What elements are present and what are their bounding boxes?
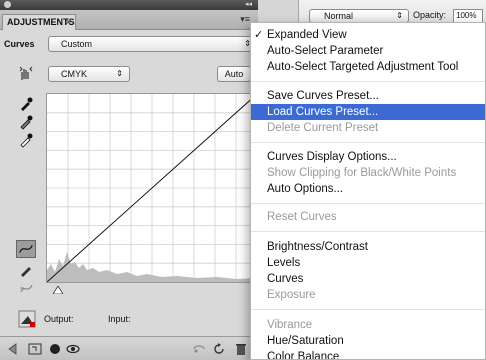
opacity-value: 100% [456, 11, 477, 20]
preset-row: Curves Custom ⇕ [0, 32, 258, 56]
delete-trash-icon[interactable] [234, 342, 248, 356]
menu-item-exposure: Exposure [251, 287, 485, 303]
curves-graph[interactable] [46, 93, 258, 283]
menu-separator [251, 142, 485, 143]
menu-separator [251, 309, 485, 310]
adjustment-type-label: Curves [4, 39, 35, 49]
menu-item-label: Load Curves Preset... [267, 106, 379, 118]
menu-item-label: Hue/Saturation [267, 335, 344, 347]
menu-item-label: Reset Curves [267, 211, 337, 223]
panel-menu-icon[interactable]: ▾≡ [240, 14, 250, 25]
channel-row: CMYK ⇕ Auto [0, 58, 258, 88]
edit-points-curve-icon[interactable] [16, 240, 36, 258]
menu-item-label: Delete Current Preset [267, 122, 379, 134]
tab-adjustments-label: ADJUSTMENTS [7, 17, 75, 27]
menu-item-label: Brightness/Contrast [267, 241, 368, 253]
preset-value: Custom [61, 39, 93, 49]
select-arrows-icon: ⇕ [396, 11, 403, 20]
opacity-input[interactable]: 100% [453, 9, 483, 23]
menu-item-label: Expanded View [267, 29, 347, 41]
select-arrows-icon: ⇕ [116, 69, 123, 78]
panel-bottom-bar [0, 336, 258, 360]
draw-curve-pencil-icon[interactable] [18, 262, 34, 278]
collapse-icon[interactable]: ◂◂ [245, 0, 252, 8]
menu-item-curves[interactable]: Curves [251, 271, 485, 287]
black-point-slider-icon[interactable] [53, 286, 63, 294]
menu-item-auto-options[interactable]: Auto Options... [251, 181, 485, 197]
menu-item-auto-select-parameter[interactable]: Auto-Select Parameter [251, 43, 485, 59]
back-arrow-icon[interactable] [6, 342, 20, 356]
menu-item-label: Curves [267, 273, 304, 285]
black-point-eyedropper-icon[interactable] [18, 96, 34, 112]
output-label: Output: [44, 314, 74, 324]
menu-separator [251, 231, 485, 232]
input-label: Input: [108, 314, 131, 324]
menu-item-label: Color Balance [267, 351, 340, 360]
menu-item-delete-current-preset: Delete Current Preset [251, 120, 485, 136]
menu-item-hue-saturation[interactable]: Hue/Saturation [251, 333, 485, 349]
blend-mode-value: Normal [324, 11, 354, 21]
clipping-preview-icon[interactable] [18, 310, 36, 328]
menu-item-label: Save Curves Preset... [267, 90, 379, 102]
view-previous-state-icon[interactable] [192, 342, 206, 356]
menu-separator [251, 203, 485, 204]
channel-value: CMYK [61, 69, 88, 79]
menu-item-reset-curves: Reset Curves [251, 209, 485, 225]
reset-icon[interactable] [212, 342, 226, 356]
smooth-curve-icon[interactable] [18, 280, 34, 296]
menu-item-expanded-view[interactable]: ✓ Expanded View [251, 27, 485, 43]
menu-item-label: Auto-Select Targeted Adjustment Tool [267, 61, 459, 73]
menu-item-levels[interactable]: Levels [251, 255, 485, 271]
clip-to-layer-icon[interactable] [48, 342, 62, 356]
menu-item-label: Vibrance [267, 319, 313, 331]
checkmark-icon: ✓ [254, 29, 264, 41]
panel-close-icon[interactable] [4, 1, 11, 8]
blend-mode-select[interactable]: Normal ⇕ [309, 9, 409, 23]
tab-adjustments[interactable]: ADJUSTMENTS × [2, 14, 76, 30]
opacity-label: Opacity: [413, 10, 447, 20]
menu-item-label: Exposure [267, 289, 316, 301]
targeted-adjustment-hand-icon[interactable] [18, 66, 34, 82]
preset-select[interactable]: Custom ⇕ [48, 36, 258, 52]
menu-item-curves-display-options[interactable]: Curves Display Options... [251, 149, 485, 165]
output-input-row: Output: Input: [0, 306, 258, 332]
visibility-eye-icon[interactable] [66, 342, 80, 356]
menu-item-color-balance[interactable]: Color Balance [251, 349, 485, 360]
menu-item-label: Auto Options... [267, 183, 344, 195]
auto-button[interactable]: Auto [217, 66, 251, 82]
menu-separator [251, 81, 485, 82]
menu-item-label: Show Clipping for Black/White Points [267, 167, 457, 179]
panel-tab-row: ADJUSTMENTS × ▾≡ [0, 10, 258, 30]
gray-point-eyedropper-icon[interactable] [18, 114, 34, 130]
expand-view-icon[interactable] [28, 342, 42, 356]
menu-item-vibrance: Vibrance [251, 317, 485, 333]
curves-grid [46, 93, 258, 283]
adjustments-panel: ◂◂ ADJUSTMENTS × ▾≡ Curves Custom ⇕ CMYK… [0, 0, 258, 360]
menu-item-label: Curves Display Options... [267, 151, 397, 163]
panel-title-bar: ◂◂ [0, 0, 258, 10]
menu-item-label: Auto-Select Parameter [267, 45, 384, 57]
channel-select[interactable]: CMYK ⇕ [48, 66, 130, 82]
menu-item-brightness-contrast[interactable]: Brightness/Contrast [251, 239, 485, 255]
tab-close-icon[interactable]: × [66, 15, 71, 30]
menu-item-load-curves-preset[interactable]: Load Curves Preset... [251, 104, 485, 120]
white-point-eyedropper-icon[interactable] [18, 132, 34, 148]
menu-item-auto-select-targeted-tool[interactable]: Auto-Select Targeted Adjustment Tool [251, 59, 485, 75]
input-slider-row [46, 285, 258, 295]
menu-item-save-curves-preset[interactable]: Save Curves Preset... [251, 88, 485, 104]
curves-panel-flyout-menu: ✓ Expanded View Auto-Select Parameter Au… [250, 22, 486, 360]
menu-item-label: Levels [267, 257, 301, 269]
menu-item-show-clipping: Show Clipping for Black/White Points [251, 165, 485, 181]
